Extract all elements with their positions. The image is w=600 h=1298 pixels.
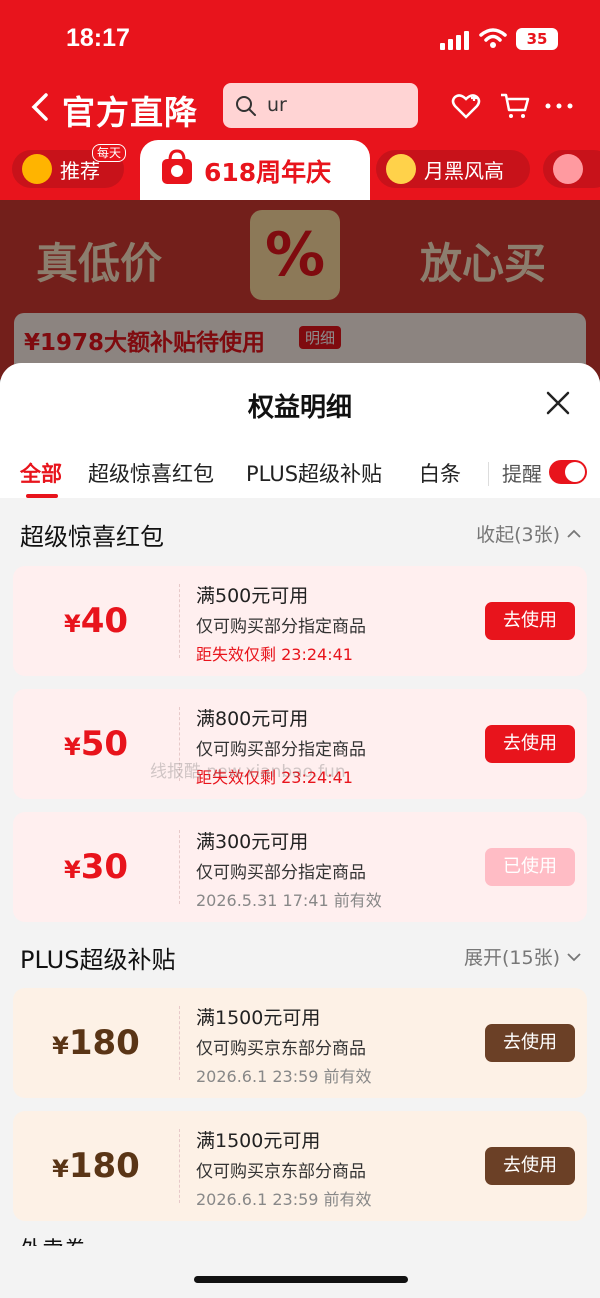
top-header: 18:17 35 官方直降 ur 推荐 618周年庆 月黑风高 每天 [0,0,600,200]
section-expand-toggle[interactable]: 展开(15张) [464,943,582,970]
remind-toggle[interactable] [549,460,587,484]
active-tab-indicator [26,494,58,498]
tab-baitiao[interactable]: 白条 [419,458,461,488]
wifi-icon [479,28,507,48]
search-input-value[interactable]: ur [267,94,287,116]
watermark: 线报酷 new.xianbao.fun [150,762,346,782]
coupon-validity: 2026.6.1 23:59 前有效 [196,1067,372,1086]
coupon-scope: 仅可购买京东部分商品 [196,1039,366,1059]
home-indicator[interactable] [194,1276,408,1283]
sheet-tabs: 全部 超级惊喜红包 PLUS超级补贴 白条 提醒 [0,458,600,498]
coupon-validity: 2026.6.1 23:59 前有效 [196,1190,372,1209]
coupon-card: ¥180 满1500元可用 仅可购买京东部分商品 2026.6.1 23:59 … [13,1111,587,1221]
coupon-scope: 仅可购买部分指定商品 [196,863,366,883]
section-title-red-packet: 超级惊喜红包 [20,523,164,551]
cart-icon[interactable] [499,90,531,122]
signal-icon [440,30,470,50]
use-coupon-button[interactable]: 去使用 [485,725,575,763]
star-icon [22,154,52,184]
coupon-threshold: 满300元可用 [196,831,309,853]
remind-label: 提醒 [502,462,542,486]
page-brand-title: 官方直降 [62,93,198,132]
section-toggle-label: 收起(3张) [476,524,560,546]
coupon-amount: ¥180 [52,1023,140,1063]
coupon-card: ¥30 满300元可用 仅可购买部分指定商品 2026.5.31 17:41 前… [13,812,587,922]
category-618[interactable]: 618周年庆 [140,140,370,200]
coupon-amount: ¥50 [63,724,129,764]
category-tabs: 推荐 618周年庆 月黑风高 [0,140,600,200]
section-title-plus-subsidy: PLUS超级补贴 [20,946,176,974]
card-divider [179,1006,180,1080]
daily-badge: 每天 [92,144,127,162]
coupon-scope: 仅可购买京东部分商品 [196,1162,366,1182]
more-icon[interactable] [543,90,575,122]
tab-plus-subsidy[interactable]: PLUS超级补贴 [246,458,382,488]
chevron-down-icon [567,952,581,961]
coupon-scope: 仅可购买部分指定商品 [196,617,366,637]
battery-indicator: 35 [516,28,558,50]
moon-icon [386,154,416,184]
category-label: 618周年庆 [204,158,332,187]
coupon-amount: ¥180 [52,1146,140,1186]
clock-icon [553,154,583,184]
tab-all[interactable]: 全部 [20,458,62,488]
coupon-threshold: 满800元可用 [196,708,309,730]
coupon-threshold: 满1500元可用 [196,1130,321,1152]
card-divider [179,1129,180,1203]
coupon-amount: ¥40 [63,601,129,641]
category-more[interactable] [543,150,600,188]
navbar: 官方直降 ur [0,80,600,134]
coupon-amount: ¥30 [63,847,129,887]
category-label: 月黑风高 [424,158,504,183]
coupon-threshold: 满500元可用 [196,585,309,607]
search-icon [236,96,256,116]
tab-red-packet[interactable]: 超级惊喜红包 [88,458,214,488]
shopping-bag-icon [162,149,192,184]
used-coupon-button: 已使用 [485,848,575,886]
category-moon[interactable]: 月黑风高 [376,150,530,188]
sheet-title: 权益明细 [247,393,352,423]
use-coupon-button[interactable]: 去使用 [485,1024,575,1062]
back-icon[interactable] [28,92,52,122]
tab-divider [488,462,489,486]
use-coupon-button[interactable]: 去使用 [485,602,575,640]
card-divider [179,584,180,658]
coupon-card: ¥180 满1500元可用 仅可购买京东部分商品 2026.6.1 23:59 … [13,988,587,1098]
use-coupon-button[interactable]: 去使用 [485,1147,575,1185]
search-box[interactable]: ur [223,83,418,128]
status-time: 18:17 [66,24,130,52]
coupon-threshold: 满1500元可用 [196,1007,321,1029]
favorite-icon[interactable] [450,90,482,122]
coupon-card: ¥40 满500元可用 仅可购买部分指定商品 距失效仅剩 23:24:41 去使… [13,566,587,676]
card-divider [179,830,180,904]
chevron-up-icon [567,529,581,538]
status-bar: 18:17 35 [0,0,600,80]
close-icon[interactable] [544,389,572,417]
coupon-expiry: 距失效仅剩 23:24:41 [196,645,353,664]
section-collapse-toggle[interactable]: 收起(3张) [476,520,582,547]
coupon-validity: 2026.5.31 17:41 前有效 [196,891,382,910]
next-section-title: 外卖券 [20,1232,86,1246]
section-toggle-label: 展开(15张) [463,947,560,969]
coupon-card: ¥50 满800元可用 仅可购买部分指定商品 距失效仅剩 23:24:41 去使… [13,689,587,799]
sheet-header: 权益明细 全部 超级惊喜红包 PLUS超级补贴 白条 提醒 [0,363,600,498]
